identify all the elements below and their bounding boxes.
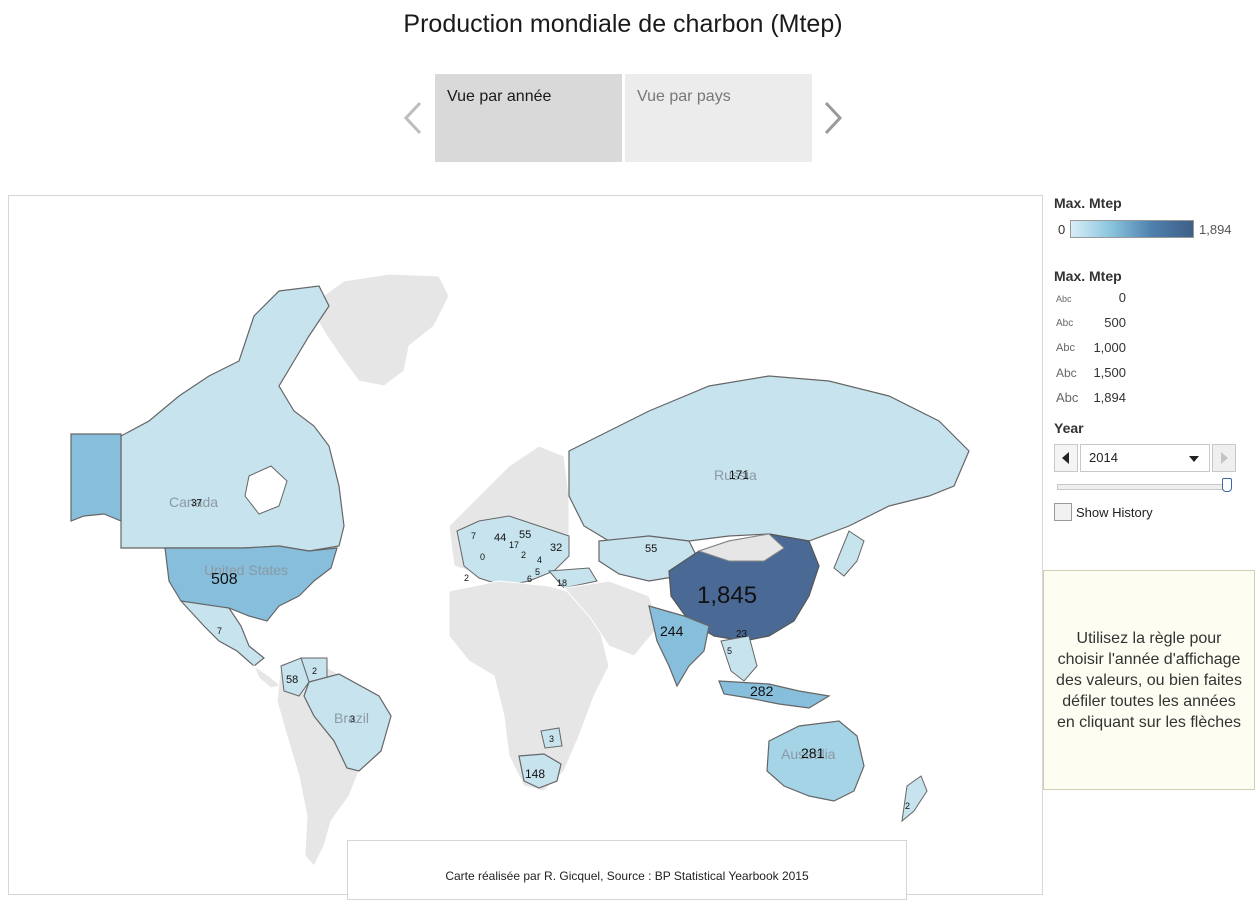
size-legend-value: 1,500 (1093, 365, 1126, 380)
page-title: Production mondiale de charbon (Mtep) (403, 10, 843, 38)
size-legend-value: 0 (1118, 290, 1126, 305)
value-label-indonesia: 282 (750, 683, 774, 699)
year-select-value: 2014 (1089, 450, 1118, 465)
color-legend-title: Max. Mtep (1054, 195, 1122, 211)
chevron-right-icon (1221, 452, 1228, 464)
russia-shape[interactable] (568, 375, 970, 542)
value-label-india: 244 (660, 623, 684, 639)
value-label-australia: 281 (801, 745, 825, 761)
size-legend-row: Abc 1,500 (1056, 365, 1126, 383)
vietnam-thailand-shape[interactable] (720, 635, 758, 682)
next-view-arrow-icon[interactable] (818, 98, 848, 138)
size-legend-sample: Abc (1056, 390, 1079, 405)
value-label-kazakhstan: 55 (645, 543, 657, 555)
credit-box: Carte réalisée par R. Gicquel, Source : … (347, 840, 907, 900)
year-select[interactable]: 2014 (1080, 444, 1210, 472)
size-legend-row: Abc 1,894 (1056, 390, 1126, 408)
chevron-left-icon (1062, 452, 1069, 464)
tab-vue-par-annee[interactable]: Vue par année (435, 74, 622, 162)
value-label-spain: 2 (464, 573, 469, 583)
value-label-poland: 55 (519, 529, 531, 541)
year-slider-track[interactable] (1057, 484, 1229, 490)
value-label-new-zealand: 2 (905, 801, 910, 811)
size-legend-title: Max. Mtep (1054, 268, 1122, 284)
show-history-label: Show History (1076, 505, 1153, 520)
value-label-czech-republic: 17 (509, 540, 519, 550)
new-zealand-shape[interactable] (901, 775, 928, 823)
world-map[interactable]: Canada United States Russia Brazil Austr… (8, 195, 1043, 895)
show-history-checkbox[interactable] (1054, 503, 1072, 521)
alaska-shape[interactable] (70, 433, 122, 522)
color-legend-min: 0 (1058, 222, 1066, 237)
help-note: Utilisez la règle pour choisir l'année d… (1043, 570, 1255, 790)
size-legend-row: Abc 1,000 (1056, 340, 1126, 358)
year-prev-button[interactable] (1054, 444, 1078, 472)
value-label-united-kingdom: 7 (471, 531, 476, 541)
size-legend-row: Abc 0 (1056, 290, 1126, 308)
value-label-china: 1,845 (697, 582, 757, 609)
year-slider-handle[interactable] (1222, 478, 1232, 492)
size-legend-value: 500 (1104, 315, 1126, 330)
year-filter: 2014 (1054, 444, 1236, 472)
year-next-button[interactable] (1212, 444, 1236, 472)
value-label-canada: 37 (191, 498, 203, 509)
value-label-serbia: 5 (535, 567, 540, 577)
canada-shape[interactable] (120, 285, 345, 552)
value-label-vietnam: 23 (736, 629, 748, 640)
value-label-colombia: 58 (286, 674, 298, 686)
value-label-venezuela: 2 (312, 666, 317, 676)
year-filter-label: Year (1054, 420, 1084, 436)
size-legend-sample: Abc (1056, 342, 1075, 354)
value-label-turkey: 18 (557, 578, 567, 588)
value-label-germany: 44 (494, 532, 506, 544)
value-label-south-africa: 148 (525, 767, 545, 781)
value-label-france: 0 (480, 552, 485, 562)
size-legend-value: 1,000 (1093, 340, 1126, 355)
value-label-russia: 171 (729, 468, 749, 482)
greenland-shape[interactable] (308, 273, 450, 387)
color-ramp (1070, 220, 1194, 238)
value-label-mexico: 7 (217, 626, 222, 636)
size-legend-sample: Abc (1056, 294, 1072, 304)
value-label-greece: 6 (527, 574, 532, 584)
value-label-ukraine: 32 (550, 542, 562, 554)
size-legend-row: Abc 500 (1056, 315, 1126, 333)
indonesia-shape[interactable] (718, 680, 831, 709)
value-label-united-states: 508 (211, 571, 238, 588)
size-legend-sample: Abc (1056, 366, 1077, 380)
value-label-brazil: 3 (350, 714, 355, 724)
tab-vue-par-pays[interactable]: Vue par pays (625, 74, 812, 162)
prev-view-arrow-icon[interactable] (398, 98, 428, 138)
value-label-hungary: 2 (521, 550, 526, 560)
size-legend-value: 1,894 (1093, 390, 1126, 405)
value-label-thailand: 5 (727, 646, 732, 656)
chevron-down-icon (1189, 456, 1199, 462)
color-legend-max: 1,894 (1199, 222, 1232, 237)
value-label-zimbabwe: 3 (549, 734, 554, 744)
size-legend-sample: Abc (1056, 318, 1074, 329)
value-label-romania: 4 (537, 555, 542, 565)
